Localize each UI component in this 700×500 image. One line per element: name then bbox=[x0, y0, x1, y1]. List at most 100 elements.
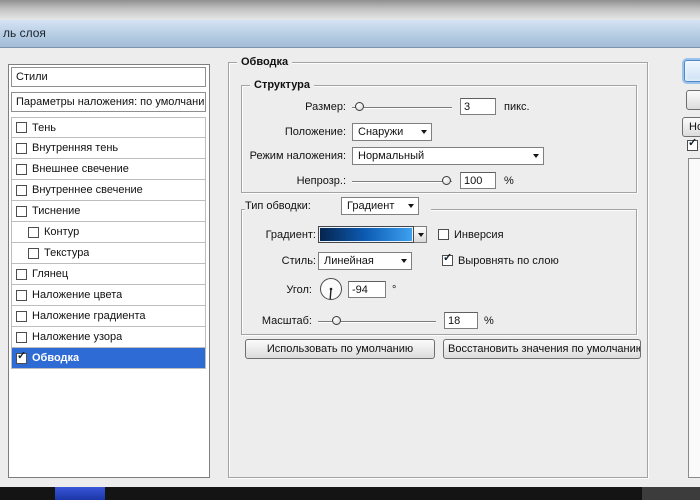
stroke-group: Обводка Структура Размер: пикс. Положени… bbox=[228, 62, 648, 478]
slider-track bbox=[352, 181, 452, 182]
desktop-top-strip bbox=[0, 0, 700, 20]
scale-input[interactable] bbox=[444, 312, 478, 329]
checkbox[interactable] bbox=[16, 185, 27, 196]
opacity-slider-thumb[interactable] bbox=[442, 176, 451, 185]
opacity-slider[interactable] bbox=[352, 174, 452, 188]
scale-row: Масштаб: % bbox=[246, 312, 634, 330]
checkbox[interactable] bbox=[16, 122, 27, 133]
gradient-style-select[interactable]: Линейная bbox=[318, 252, 412, 270]
style-label: Стиль: bbox=[246, 252, 316, 270]
gradient-label: Градиент: bbox=[246, 226, 316, 244]
scale-slider[interactable] bbox=[318, 314, 436, 328]
stroke-type-label: Тип обводки: bbox=[245, 197, 337, 215]
opacity-unit: % bbox=[504, 172, 514, 190]
scale-unit: % bbox=[484, 312, 494, 330]
size-slider[interactable] bbox=[352, 100, 452, 114]
blend-mode-select[interactable]: Нормальный bbox=[352, 147, 544, 165]
styles-list: Стили Параметры наложения: по умолчанию … bbox=[8, 64, 210, 478]
checkbox[interactable] bbox=[16, 206, 27, 217]
style-item-color-overlay[interactable]: Наложение цвета bbox=[11, 285, 206, 306]
style-item-inner-shadow[interactable]: Внутренняя тень bbox=[11, 138, 206, 159]
size-row: Размер: пикс. bbox=[246, 98, 634, 116]
style-row: Стиль: Линейная ✓ Выровнять по слою bbox=[246, 252, 634, 270]
dropdown-arrow-icon bbox=[421, 130, 427, 134]
gradient-swatch[interactable] bbox=[318, 226, 414, 243]
inversion-label: Инверсия bbox=[454, 226, 504, 244]
scale-slider-thumb[interactable] bbox=[332, 316, 341, 325]
window-title: ль слоя bbox=[3, 20, 46, 47]
checkbox[interactable] bbox=[16, 269, 27, 280]
opacity-input[interactable] bbox=[460, 172, 496, 189]
titlebar[interactable]: ль слоя bbox=[0, 20, 700, 48]
style-item-gradient-overlay[interactable]: Наложение градиента bbox=[11, 306, 206, 327]
structure-group-label: Структура bbox=[250, 78, 314, 92]
stroke-type-select[interactable]: Градиент bbox=[341, 197, 419, 215]
opacity-row: Непрозр.: % bbox=[246, 172, 634, 190]
preview-panel bbox=[688, 158, 700, 478]
use-default-button[interactable]: Использовать по умолчанию bbox=[245, 339, 435, 359]
cancel-button[interactable] bbox=[686, 90, 700, 110]
size-label: Размер: bbox=[246, 98, 346, 116]
style-item-bevel-emboss[interactable]: Тиснение bbox=[11, 201, 206, 222]
angle-dial[interactable] bbox=[318, 276, 344, 302]
bottom-bar bbox=[0, 487, 700, 500]
position-row: Положение: Снаружи bbox=[246, 123, 634, 141]
layer-style-dialog: Стили Параметры наложения: по умолчанию … bbox=[0, 48, 700, 487]
size-slider-thumb[interactable] bbox=[355, 102, 364, 111]
gradient-row: Градиент: Инверсия bbox=[246, 226, 634, 244]
angle-unit: ° bbox=[392, 281, 396, 299]
style-item-stroke[interactable]: ✓ Обводка bbox=[11, 348, 206, 369]
fill-group: Градиент: Инверсия Стиль: Линейная bbox=[241, 209, 637, 335]
preview-checkbox[interactable]: ✓ bbox=[687, 140, 698, 151]
align-with-layer-checkbox[interactable]: ✓ bbox=[442, 255, 453, 266]
checkbox[interactable] bbox=[28, 227, 39, 238]
stroke-group-label: Обводка bbox=[237, 55, 292, 69]
blend-mode-row: Режим наложения: Нормальный bbox=[246, 147, 634, 165]
angle-label: Угол: bbox=[246, 276, 312, 304]
style-item-texture[interactable]: Текстура bbox=[11, 243, 206, 264]
check-icon: ✓ bbox=[443, 252, 452, 264]
dropdown-arrow-icon bbox=[401, 259, 407, 263]
style-item-pattern-overlay[interactable]: Наложение узора bbox=[11, 327, 206, 348]
new-style-button[interactable]: Но bbox=[682, 117, 700, 137]
styles-items: Тень Внутренняя тень Внешнее свечение Вн… bbox=[11, 117, 206, 369]
checkbox[interactable] bbox=[16, 164, 27, 175]
size-input[interactable] bbox=[460, 98, 496, 115]
style-item-contour[interactable]: Контур bbox=[11, 222, 206, 243]
checkbox[interactable] bbox=[16, 290, 27, 301]
opacity-label: Непрозр.: bbox=[246, 172, 346, 190]
style-item-drop-shadow[interactable]: Тень bbox=[11, 117, 206, 138]
checkbox[interactable]: ✓ bbox=[16, 353, 27, 364]
checkbox[interactable] bbox=[16, 311, 27, 322]
structure-group: Структура Размер: пикс. Положение: Снару… bbox=[241, 85, 637, 193]
align-with-layer-label: Выровнять по слою bbox=[458, 252, 559, 270]
position-label: Положение: bbox=[246, 123, 346, 141]
angle-input[interactable] bbox=[348, 281, 386, 298]
style-item-inner-glow[interactable]: Внутреннее свечение bbox=[11, 180, 206, 201]
scale-label: Масштаб: bbox=[246, 312, 312, 330]
blending-options-row[interactable]: Параметры наложения: по умолчанию bbox=[11, 92, 206, 112]
styles-header-row[interactable]: Стили bbox=[11, 67, 206, 87]
dropdown-arrow-icon bbox=[408, 204, 414, 208]
gradient-picker-button[interactable] bbox=[414, 226, 427, 243]
blend-mode-label: Режим наложения: bbox=[246, 147, 346, 165]
angle-row: Угол: ° bbox=[246, 276, 634, 304]
inversion-checkbox[interactable] bbox=[438, 229, 449, 240]
style-item-outer-glow[interactable]: Внешнее свечение bbox=[11, 159, 206, 180]
checkbox[interactable] bbox=[28, 248, 39, 259]
style-item-satin[interactable]: Глянец bbox=[11, 264, 206, 285]
check-icon: ✓ bbox=[17, 350, 26, 362]
ok-button[interactable] bbox=[684, 60, 700, 82]
position-select[interactable]: Снаружи bbox=[352, 123, 432, 141]
slider-track bbox=[352, 107, 452, 108]
check-icon: ✓ bbox=[688, 137, 697, 149]
size-unit: пикс. bbox=[504, 98, 530, 116]
dropdown-arrow-icon bbox=[418, 233, 424, 237]
checkbox[interactable] bbox=[16, 143, 27, 154]
bottom-bar-accent bbox=[55, 487, 105, 500]
dropdown-arrow-icon bbox=[533, 154, 539, 158]
checkbox[interactable] bbox=[16, 332, 27, 343]
screen: ль слоя Стили Параметры наложения: по ум… bbox=[0, 0, 700, 500]
stroke-type-row: Тип обводки: Градиент bbox=[245, 197, 431, 215]
reset-default-button[interactable]: Восстановить значения по умолчанию bbox=[443, 339, 641, 359]
